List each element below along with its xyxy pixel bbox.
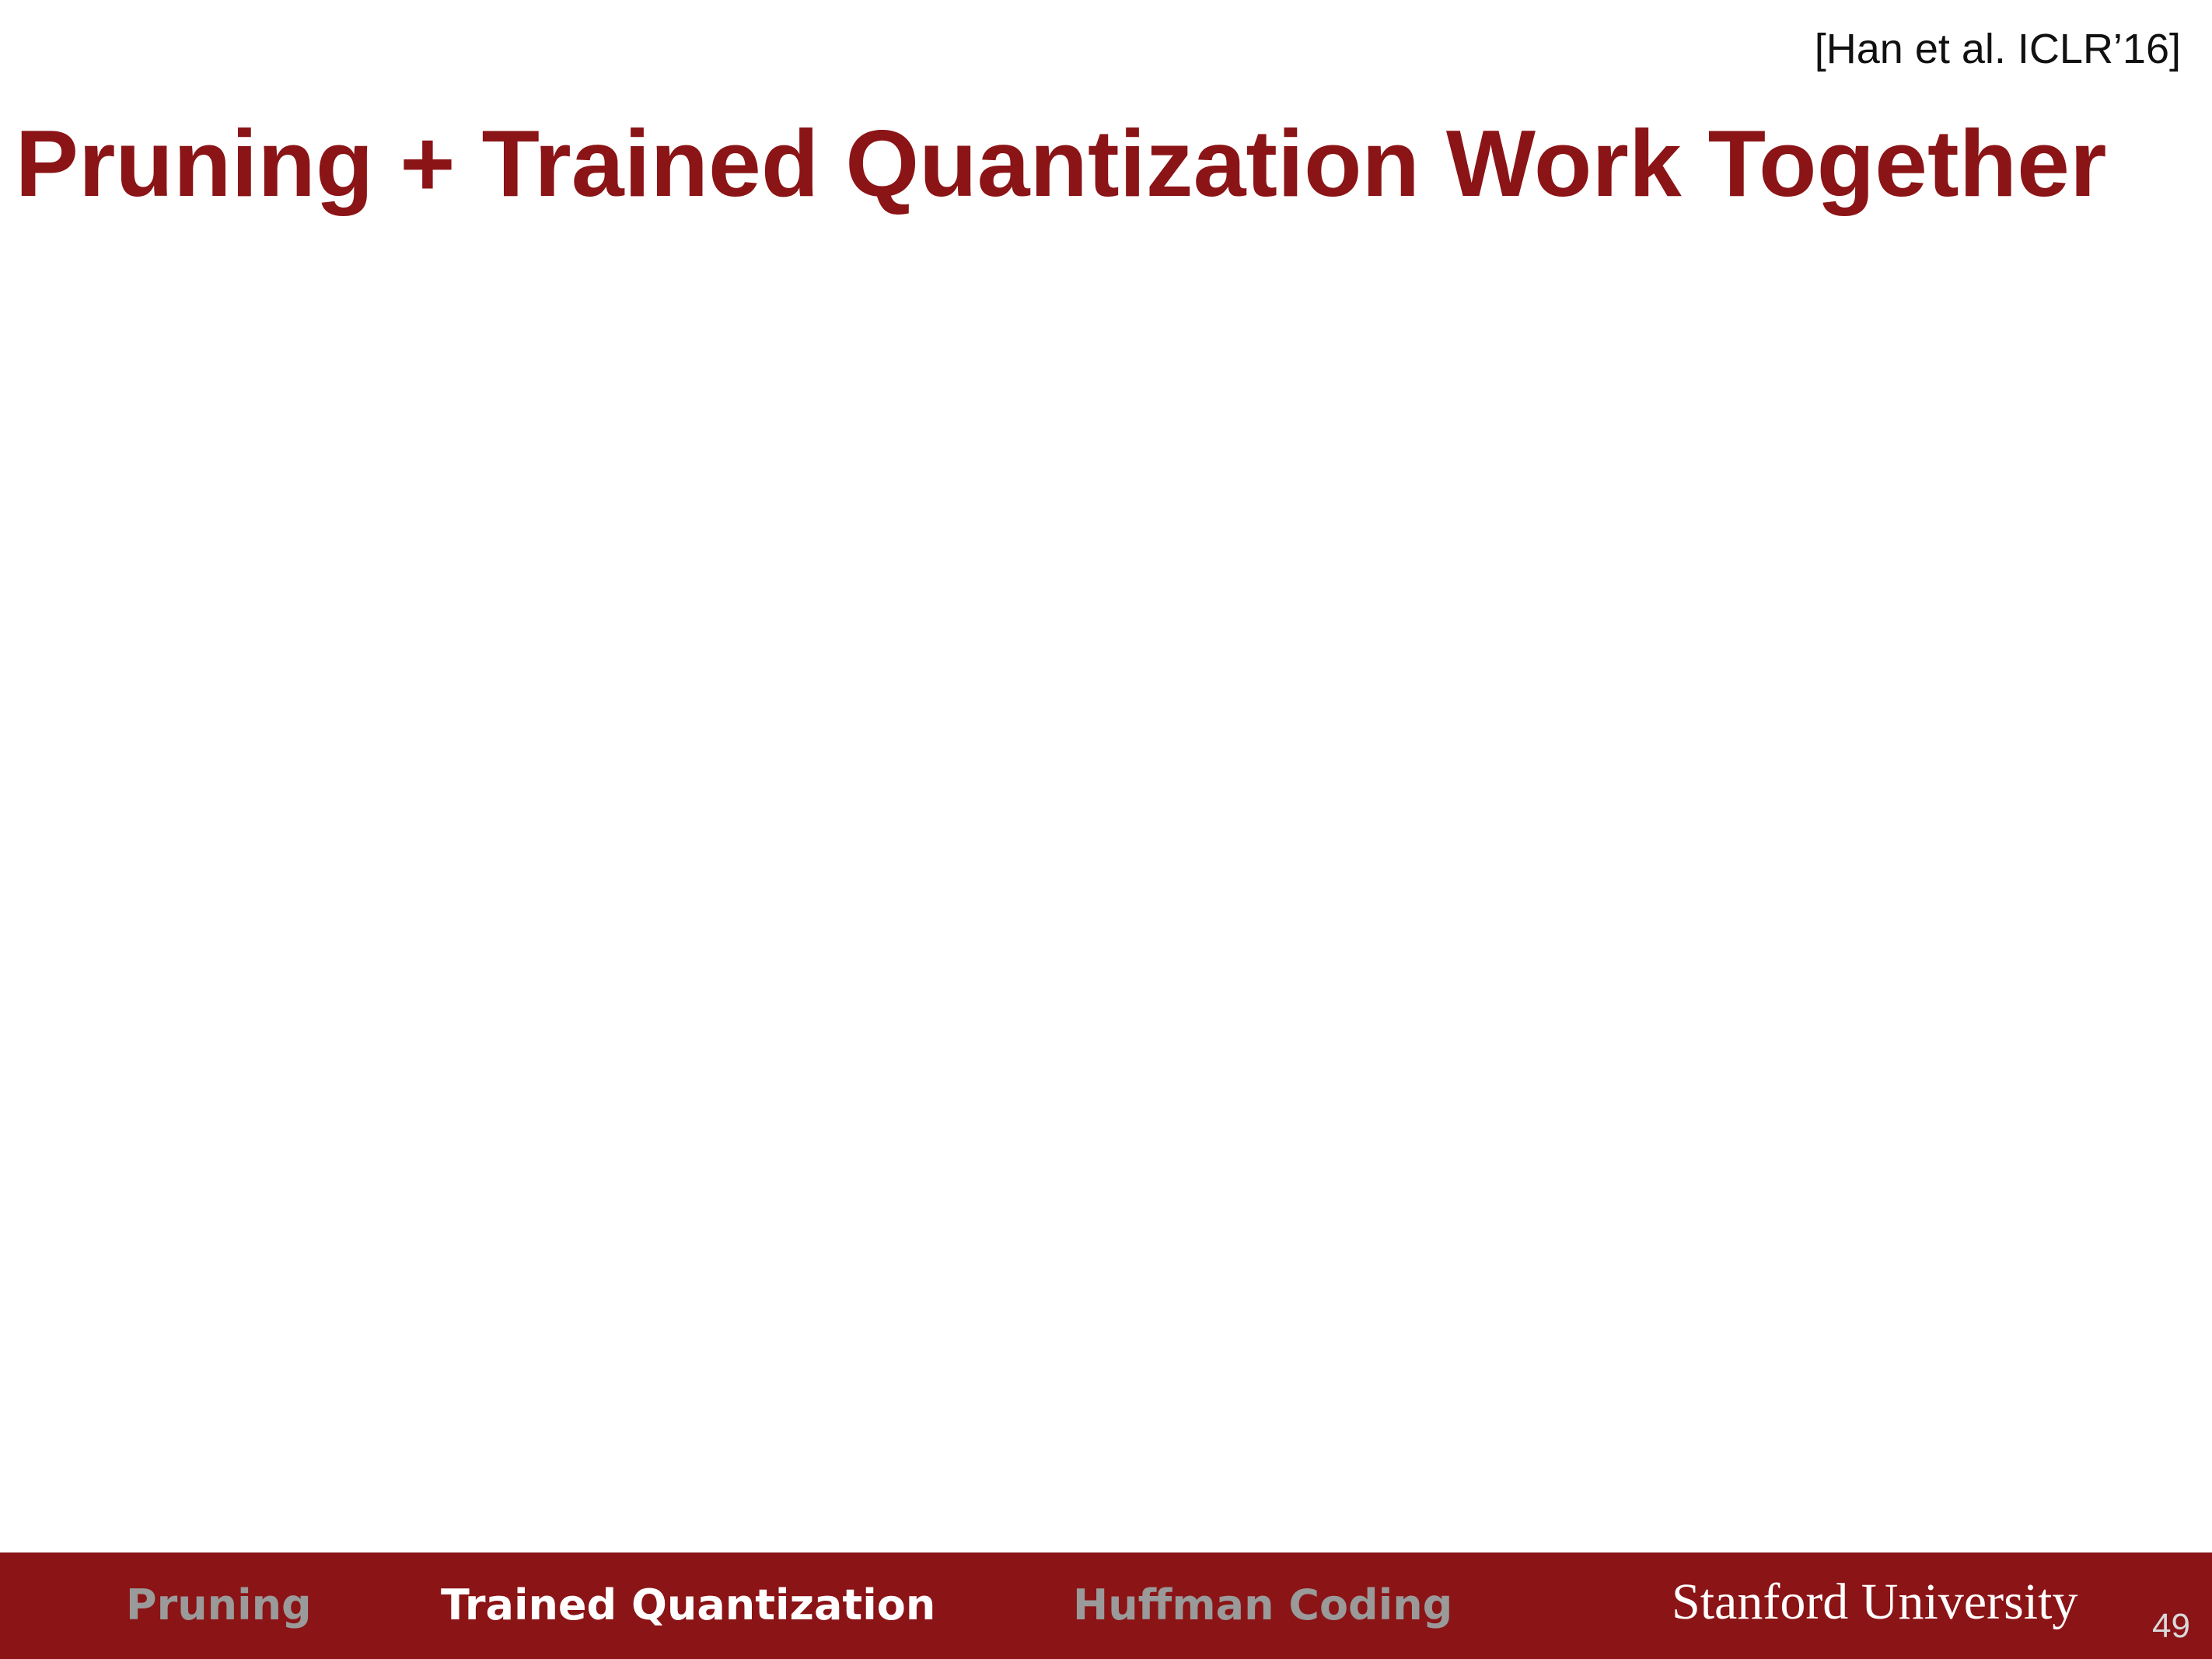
page-number: 49: [2152, 1607, 2190, 1645]
stanford-logo: Stanford University: [1672, 1573, 2078, 1630]
nav-huffman-coding[interactable]: Huffman Coding: [1073, 1580, 1452, 1629]
citation: [Han et al. ICLR’16]: [1814, 26, 2181, 72]
footer-bar: Pruning Trained Quantization Huffman Cod…: [0, 1552, 2212, 1659]
slide-title: Pruning + Trained Quantization Work Toge…: [15, 110, 2107, 216]
nav-pruning[interactable]: Pruning: [126, 1580, 312, 1629]
nav-trained-quantization[interactable]: Trained Quantization: [441, 1580, 935, 1629]
slide: [Han et al. ICLR’16] Pruning + Trained Q…: [0, 0, 2212, 1659]
